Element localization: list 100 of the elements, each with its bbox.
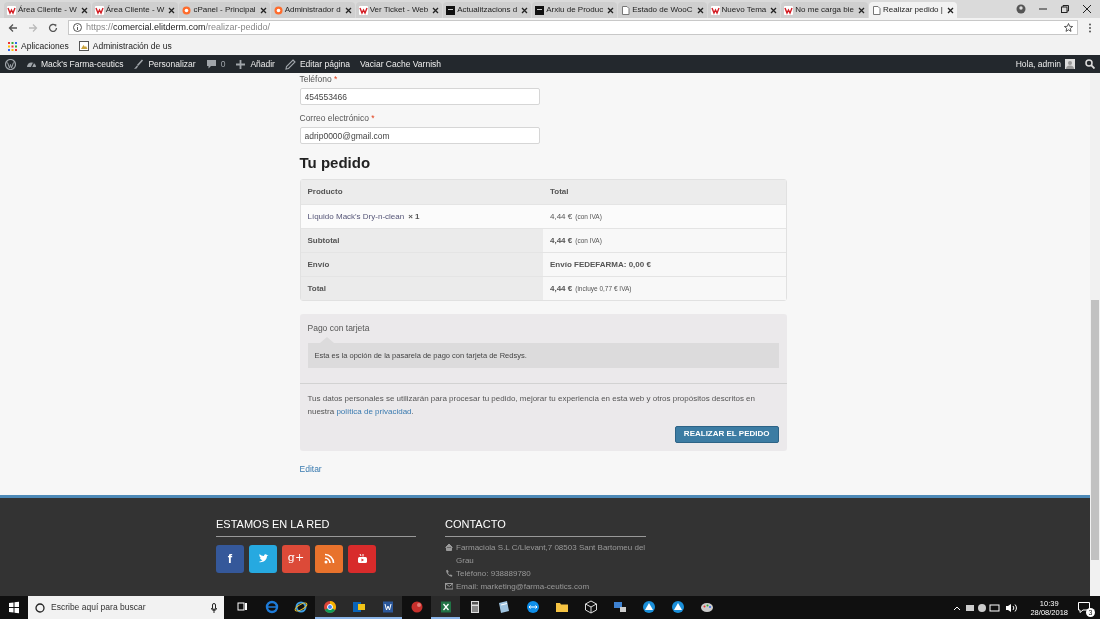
browser-icon[interactable] xyxy=(322,599,337,614)
star-icon[interactable] xyxy=(1064,23,1073,32)
privacy-link[interactable]: política de privacidad xyxy=(336,406,412,416)
browser-tab[interactable]: Ver Ticket - Web xyxy=(355,2,443,18)
w-logo-icon xyxy=(7,5,16,15)
product-name: Líquido Mack's Dry-n-clean xyxy=(307,210,405,223)
admin-bar-link[interactable]: Vaciar Cache Varnish xyxy=(360,57,441,71)
account-menu[interactable]: Hola, admin xyxy=(1015,57,1075,71)
spreadsheet-app-icon[interactable] xyxy=(438,599,453,614)
scrollbar-thumb[interactable] xyxy=(1091,300,1099,560)
notepad-icon[interactable] xyxy=(496,599,511,614)
browser-tab[interactable]: Administrador d xyxy=(270,2,355,18)
task-view-icon[interactable] xyxy=(235,599,250,614)
browser-tab[interactable]: Actualitzacions d xyxy=(443,2,532,18)
apps-grid-icon xyxy=(8,41,17,51)
search-icon[interactable] xyxy=(1085,59,1095,69)
close-icon[interactable] xyxy=(770,6,778,14)
edit-link[interactable]: Editar xyxy=(299,462,322,476)
section-heading: Tu pedido xyxy=(299,153,372,173)
table-cell: Envío xyxy=(300,253,543,276)
mail-app-icon[interactable] xyxy=(351,599,366,614)
address-field[interactable]: https://comercial.elitderm.com/realizar-pedido/ xyxy=(68,20,1078,35)
site-logo-icon xyxy=(182,5,192,15)
triangle-app-icon[interactable] xyxy=(641,599,656,614)
browser-tab[interactable]: Realizar pedido | xyxy=(868,2,957,18)
browser-icon[interactable] xyxy=(293,599,308,614)
cube-icon[interactable] xyxy=(583,599,598,614)
text-input[interactable]: adrip0000@gmail.com xyxy=(299,127,540,144)
admin-bar-link[interactable]: Mack's Farma-ceutics xyxy=(26,57,124,71)
back-icon[interactable] xyxy=(8,22,18,33)
tab-title: Nuevo Tema xyxy=(721,4,767,16)
wordpress-logo-icon[interactable] xyxy=(5,58,16,70)
close-icon[interactable] xyxy=(946,6,954,14)
contact-line: Teléfono: 938889780 xyxy=(456,567,531,580)
bookmark[interactable]: Aplicaciones xyxy=(8,39,69,53)
browser-tab[interactable]: cPanel - Principal xyxy=(179,2,270,18)
admin-bar-link[interactable]: Editar página xyxy=(284,57,351,71)
browser-tab[interactable]: Estado de WooC xyxy=(618,2,707,18)
text-input[interactable]: 454553466 xyxy=(299,88,540,105)
tab-title: Administrador d xyxy=(284,4,341,16)
square-logo-icon xyxy=(446,5,456,15)
restore-icon[interactable] xyxy=(1060,4,1070,14)
close-icon[interactable] xyxy=(607,6,615,14)
browser-tab[interactable]: Área Cliente - W xyxy=(4,2,91,18)
admin-bar-link[interactable]: 0 xyxy=(205,57,226,71)
tab-title: No me carga bie xyxy=(795,4,854,16)
triangle-app-icon[interactable] xyxy=(670,599,685,614)
admin-bar-link[interactable]: Añadir xyxy=(235,57,275,71)
close-icon[interactable] xyxy=(259,6,267,14)
payment-method: Pago con tarjeta xyxy=(306,322,371,335)
tab-title: Área Cliente - W xyxy=(105,4,165,16)
app-icon[interactable] xyxy=(409,599,424,614)
close-icon[interactable] xyxy=(696,6,704,14)
computer-icon[interactable] xyxy=(612,599,627,614)
microphone-icon xyxy=(211,602,217,613)
plus-icon xyxy=(235,58,247,70)
close-icon[interactable] xyxy=(344,6,352,14)
account-icon[interactable] xyxy=(1016,4,1026,14)
search-icon xyxy=(35,602,45,613)
place-order-button[interactable]: REALIZAR EL PEDIDO xyxy=(674,425,779,443)
field-label: Teléfono * xyxy=(299,74,339,85)
browser-tab[interactable]: Arxiu de Produc xyxy=(532,2,618,18)
bookmark[interactable]: Administración de us xyxy=(78,39,172,53)
w-logo-icon xyxy=(94,5,104,15)
search-box[interactable]: Escribe aquí para buscar xyxy=(28,596,224,619)
scrollbar[interactable] xyxy=(1090,73,1100,596)
more-icon[interactable] xyxy=(1088,22,1092,33)
document-app-icon[interactable] xyxy=(380,599,395,614)
search-field[interactable]: Escribe aquí para buscar xyxy=(51,601,205,614)
tab-title: Arxiu de Produc xyxy=(546,4,604,16)
admin-bar-link[interactable]: Personalizar xyxy=(133,57,196,71)
close-icon[interactable] xyxy=(80,6,88,14)
tab-title: Realizar pedido | xyxy=(882,4,943,16)
browser-tab[interactable]: Área Cliente - W xyxy=(91,2,179,18)
rss-button[interactable] xyxy=(315,544,343,573)
tab-title: Actualitzacions d xyxy=(457,4,518,16)
close-icon[interactable] xyxy=(432,6,440,14)
avatar-icon xyxy=(1065,59,1075,69)
image-icon xyxy=(78,41,89,51)
twitter-button[interactable] xyxy=(249,544,277,573)
facebook-button[interactable]: f xyxy=(216,544,244,573)
two-arrows-icon[interactable] xyxy=(525,599,540,614)
close-icon[interactable] xyxy=(1082,4,1092,14)
youtube-button[interactable] xyxy=(348,544,376,573)
envelope-icon xyxy=(445,581,453,590)
info-icon xyxy=(73,23,82,32)
browser-tab[interactable]: Nuevo Tema xyxy=(707,2,781,18)
close-icon[interactable] xyxy=(168,6,176,14)
browser-tab[interactable]: No me carga bie xyxy=(781,2,868,18)
close-icon[interactable] xyxy=(521,6,529,14)
comment-icon xyxy=(205,58,217,70)
tab-title: Área Cliente - W xyxy=(18,4,77,16)
close-icon[interactable] xyxy=(857,6,865,14)
home-icon xyxy=(445,542,453,551)
reload-icon[interactable] xyxy=(48,22,58,33)
table-cell: Subtotal xyxy=(300,229,543,252)
w-logo-icon xyxy=(710,5,720,15)
google-plus-button[interactable]: g+ xyxy=(282,544,310,573)
brush-icon xyxy=(133,58,145,70)
contact-line: Farmaciola S.L C/Llevant,7 08503 Sant Bartomeu del Grau xyxy=(456,541,646,567)
